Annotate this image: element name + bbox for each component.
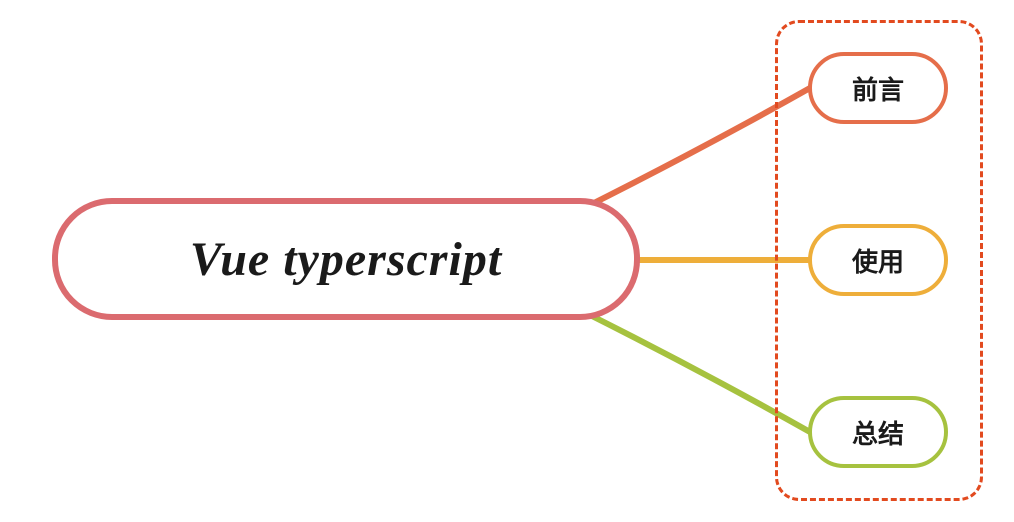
- root-label: Vue typerscript: [190, 232, 502, 287]
- child-node-usage[interactable]: 使用: [808, 224, 948, 296]
- child-label: 使用: [852, 242, 904, 279]
- child-label: 总结: [852, 414, 904, 451]
- child-node-summary[interactable]: 总结: [808, 396, 948, 468]
- child-label: 前言: [852, 70, 904, 107]
- child-node-preface[interactable]: 前言: [808, 52, 948, 124]
- root-node[interactable]: Vue typerscript: [52, 198, 640, 320]
